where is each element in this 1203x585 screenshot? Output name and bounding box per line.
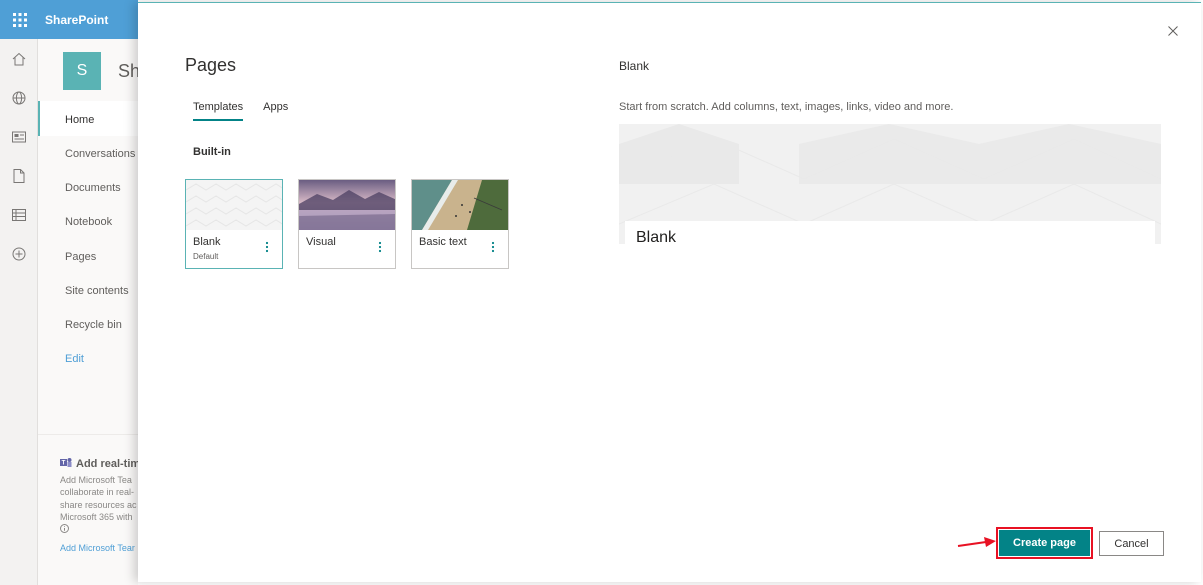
preview-card: Blank bbox=[625, 221, 1155, 244]
nav-item-recycle-bin[interactable]: Recycle bin bbox=[65, 319, 122, 331]
template-name: Blank bbox=[193, 236, 221, 248]
tab-templates[interactable]: Templates bbox=[193, 101, 244, 121]
annotation-arrow-icon bbox=[957, 537, 996, 547]
home-icon[interactable] bbox=[0, 39, 38, 78]
template-card-visual[interactable]: Visual bbox=[298, 179, 396, 269]
more-options-icon[interactable] bbox=[490, 240, 496, 254]
tab-apps[interactable]: Apps bbox=[263, 101, 288, 121]
nav-item-documents[interactable]: Documents bbox=[65, 182, 121, 194]
template-thumbnail bbox=[186, 180, 282, 230]
section-label: Built-in bbox=[193, 146, 231, 158]
teams-text-line: collaborate in real- bbox=[60, 487, 135, 497]
nav-item-conversations[interactable]: Conversations bbox=[65, 148, 135, 160]
add-circle-icon[interactable] bbox=[0, 234, 38, 273]
preview-title: Blank bbox=[619, 59, 650, 73]
new-page-panel: Pages Templates Apps Built-in Blank Defa… bbox=[138, 2, 1201, 582]
teams-text-line: Microsoft 365 with bbox=[60, 512, 133, 522]
file-icon[interactable] bbox=[0, 156, 38, 195]
more-options-icon[interactable] bbox=[264, 240, 270, 254]
suite-bar: SharePoint bbox=[0, 0, 138, 39]
nav-item-pages[interactable]: Pages bbox=[65, 251, 96, 263]
site-navigation: S Sh Home Conversations Documents Notebo… bbox=[38, 39, 138, 585]
teams-icon: T bbox=[60, 457, 72, 472]
nav-edit-link[interactable]: Edit bbox=[65, 353, 84, 365]
teams-text-line: share resources ac bbox=[60, 499, 137, 510]
teams-text-line: Add Microsoft Tea bbox=[60, 474, 132, 485]
news-icon[interactable] bbox=[0, 117, 38, 156]
more-options-icon[interactable] bbox=[377, 240, 383, 254]
template-name: Basic text bbox=[419, 236, 467, 248]
info-icon[interactable] bbox=[60, 523, 138, 537]
tab-list: Templates Apps bbox=[193, 101, 288, 121]
preview-image: Blank bbox=[619, 124, 1161, 244]
list-icon[interactable] bbox=[0, 195, 38, 234]
template-name: Visual bbox=[306, 236, 336, 248]
waffle-icon[interactable] bbox=[0, 0, 39, 39]
nav-item-home[interactable]: Home bbox=[65, 114, 94, 126]
template-thumbnail bbox=[299, 180, 395, 230]
create-page-button[interactable]: Create page bbox=[996, 527, 1093, 559]
add-teams-link[interactable]: Add Microsoft Tear bbox=[60, 542, 138, 555]
template-card-basic-text[interactable]: Basic text bbox=[411, 179, 509, 269]
teams-promo: T Add real-tim Add Microsoft Tea collabo… bbox=[60, 457, 138, 555]
panel-title: Pages bbox=[185, 55, 237, 75]
globe-icon[interactable] bbox=[0, 78, 38, 117]
preview-description: Start from scratch. Add columns, text, i… bbox=[619, 101, 954, 113]
template-card-blank[interactable]: Blank Default bbox=[185, 179, 283, 269]
site-logo[interactable]: S bbox=[63, 52, 101, 90]
site-title[interactable]: Sh bbox=[118, 61, 138, 82]
cancel-button[interactable]: Cancel bbox=[1099, 531, 1164, 556]
svg-text:T: T bbox=[62, 461, 66, 467]
nav-item-site-contents[interactable]: Site contents bbox=[65, 285, 129, 297]
nav-item-notebook[interactable]: Notebook bbox=[65, 216, 112, 228]
preview-card-title: Blank bbox=[636, 229, 677, 244]
template-thumbnail bbox=[412, 180, 508, 230]
brand-label[interactable]: SharePoint bbox=[45, 13, 108, 27]
nav-divider bbox=[38, 434, 138, 435]
close-icon[interactable] bbox=[1165, 23, 1181, 39]
template-subtitle: Default bbox=[193, 252, 219, 261]
teams-title: Add real-tim bbox=[76, 458, 138, 470]
app-bar bbox=[0, 39, 38, 585]
